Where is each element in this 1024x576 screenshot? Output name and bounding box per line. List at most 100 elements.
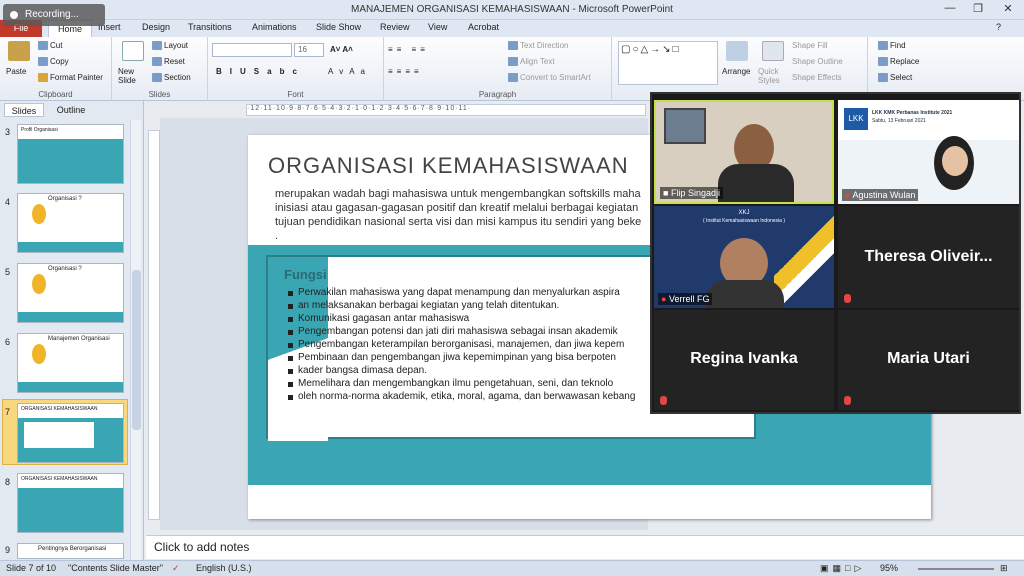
banner-date: Sabtu, 13 Februari 2021 — [872, 118, 926, 124]
shape-effects-button[interactable]: Shape Effects — [792, 73, 842, 82]
reset-button[interactable]: Reset — [152, 57, 185, 67]
tab-transitions[interactable]: Transitions — [188, 22, 232, 32]
tab-slides[interactable]: Slides — [4, 103, 44, 117]
fungsi-heading: Fungsi — [284, 267, 327, 282]
section-icon — [152, 73, 162, 83]
zoom-level[interactable]: 95% — [880, 561, 898, 576]
grow-font-button[interactable]: A˅ A˄ — [330, 45, 353, 54]
list-item-cont: kader bangsa dimasa depan. — [288, 365, 658, 377]
tab-animations[interactable]: Animations — [252, 22, 297, 32]
select-button[interactable]: Select — [878, 73, 912, 83]
tab-outline[interactable]: Outline — [48, 103, 94, 117]
copy-button[interactable]: Copy — [38, 57, 69, 67]
layout-button[interactable]: Layout — [152, 41, 188, 51]
thumb-number: 9 — [5, 545, 11, 555]
slide-thumbnail-8[interactable]: ORGANISASI KEMAHASISWAAN — [17, 473, 124, 533]
horizontal-ruler: ·12·11·10·9·8·7·6·5·4·3·2·1·0·1·2·3·4·5·… — [246, 104, 646, 116]
vertical-ruler — [148, 130, 160, 520]
slide-counter: Slide 7 of 10 — [6, 563, 57, 573]
slide-thumbnail-7[interactable]: ORGANISASI KEMAHASISWAAN — [17, 403, 124, 463]
participant-name: ● Verrell FG — [658, 293, 713, 305]
participant-name: Theresa Oliveir... — [864, 248, 993, 265]
background-stripes — [774, 216, 834, 306]
find-button[interactable]: Find — [878, 41, 906, 51]
format-painter-button[interactable]: Format Painter — [38, 73, 103, 83]
close-button[interactable]: ✕ — [998, 2, 1018, 16]
meeting-window: ■ Flip Singadji LKK LKK KMK Perbanas Ins… — [650, 92, 1021, 414]
slide-thumbnail-6[interactable]: Manajemen Organisasi — [17, 333, 124, 393]
font-label: Font — [287, 90, 304, 99]
tab-view[interactable]: View — [428, 22, 447, 32]
video-tile-3[interactable]: XKJ ( Institut Kemahasiswaan Indonesia )… — [654, 206, 834, 308]
shape-fill-button[interactable]: Shape Fill — [792, 41, 828, 50]
thumb-number: 6 — [5, 337, 11, 347]
video-tile-6[interactable]: Maria Utari — [838, 310, 1019, 410]
thumb-number: 5 — [5, 267, 11, 277]
notes-pane[interactable]: Click to add notes — [146, 535, 1024, 559]
quick-styles-button[interactable]: Quick Styles — [758, 67, 788, 85]
participant-name: Maria Utari — [887, 350, 970, 367]
font-color-buttons[interactable]: AvAa — [328, 67, 371, 76]
font-name-field[interactable] — [212, 43, 292, 57]
tab-acrobat[interactable]: Acrobat — [468, 22, 499, 32]
view-buttons[interactable]: ▣▦□▷ — [820, 561, 865, 576]
replace-button[interactable]: Replace — [878, 57, 919, 67]
spellcheck-icon[interactable]: ✓ — [172, 561, 180, 576]
panel-scrollbar[interactable] — [130, 120, 141, 560]
paste-button[interactable]: Paste — [6, 67, 26, 76]
thumb-number: 8 — [5, 477, 11, 487]
video-tile-1[interactable]: ■ Flip Singadji — [654, 100, 834, 204]
participant-name: ■ Flip Singadji — [660, 187, 723, 199]
tab-design[interactable]: Design — [142, 22, 170, 32]
font-size-field[interactable]: 16 — [294, 43, 324, 57]
language[interactable]: English (U.S.) — [196, 561, 252, 576]
smartart-button[interactable]: Convert to SmartArt — [508, 73, 591, 83]
banner-sub: ( Institut Kemahasiswaan Indonesia ) — [703, 218, 785, 224]
scissors-icon — [38, 41, 48, 51]
list-buttons[interactable]: ≡≡ ≡≡ — [388, 45, 429, 54]
list-item: Memelihara dan mengembangkan ilmu penget… — [288, 378, 658, 390]
panel-scroll-thumb[interactable] — [132, 270, 141, 430]
new-slide-button[interactable]: New Slide — [118, 67, 148, 85]
video-tile-5[interactable]: Regina Ivanka — [654, 310, 834, 410]
tab-review[interactable]: Review — [380, 22, 410, 32]
ribbon-tabs: Insert Design Transitions Animations Sli… — [0, 20, 1024, 37]
reset-icon — [152, 57, 162, 67]
slide-thumbnail-5[interactable]: Organisasi ? — [17, 263, 124, 323]
section-button[interactable]: Section — [152, 73, 191, 83]
shapes-gallery[interactable]: ▢○△→↘□ — [618, 41, 718, 85]
align-text-button[interactable]: Align Text — [508, 57, 555, 67]
binoculars-icon — [878, 41, 888, 51]
restore-button[interactable]: ❐ — [968, 2, 988, 16]
arrange-icon — [726, 41, 748, 61]
video-tile-4[interactable]: Theresa Oliveir... — [838, 206, 1019, 308]
fit-icon[interactable]: ⊞ — [1000, 561, 1008, 576]
zoom-slider[interactable] — [918, 568, 994, 570]
video-tile-2[interactable]: LKK LKK KMK Perbanas Institute 2021 Sabt… — [838, 100, 1019, 204]
list-item: Pengembangan keterampilan berorganisasi,… — [288, 339, 658, 351]
muted-mic-icon — [844, 294, 851, 303]
status-bar: Slide 7 of 10 "Contents Slide Master" ✓ … — [0, 560, 1024, 576]
align-buttons[interactable]: ≡≡≡≡ — [388, 67, 423, 76]
participant-body — [718, 164, 794, 202]
participant-name: Regina Ivanka — [690, 350, 798, 367]
text-direction-icon — [508, 41, 518, 51]
slide-thumbnail-4[interactable]: Organisasi ? — [17, 193, 124, 253]
text-direction-button[interactable]: Text Direction — [508, 41, 568, 51]
cut-button[interactable]: Cut — [38, 41, 62, 51]
bottom-stripe — [248, 485, 931, 505]
tab-slide-show[interactable]: Slide Show — [316, 22, 361, 32]
smartart-icon — [508, 73, 518, 83]
arrange-button[interactable]: Arrange — [722, 67, 750, 76]
shape-outline-button[interactable]: Shape Outline — [792, 57, 843, 66]
participant-face — [942, 146, 968, 176]
cursor-icon — [878, 73, 888, 83]
slide-thumbnail-9[interactable]: Pentingnya Berorganisasi — [17, 543, 124, 559]
slide-thumbnail-3[interactable]: Profil Organisasi — [17, 124, 124, 184]
font-format-buttons[interactable]: BIUSabc — [216, 67, 305, 76]
clipboard-group: Paste Cut Copy Format Painter Clipboard — [0, 37, 112, 101]
align-text-icon — [508, 57, 518, 67]
minimize-button[interactable]: — — [940, 2, 960, 16]
help-icon[interactable]: ? — [996, 22, 1001, 32]
slides-group: New Slide Layout Reset Section Slides — [112, 37, 208, 101]
